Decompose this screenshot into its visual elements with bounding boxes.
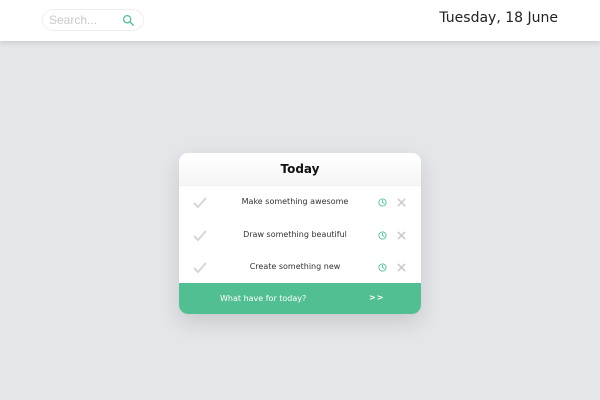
todo-title: Today [179, 153, 421, 186]
task-item: Create something new [179, 251, 421, 284]
top-bar: Tuesday, 18 June [0, 0, 600, 41]
check-icon[interactable] [193, 262, 207, 274]
close-icon[interactable] [397, 263, 406, 272]
search-input[interactable] [49, 12, 117, 28]
current-date: Tuesday, 18 June [439, 10, 558, 26]
clock-icon[interactable] [378, 230, 387, 240]
todo-card: Today Make something awesome Draw someth… [179, 153, 421, 314]
check-icon[interactable] [193, 197, 207, 209]
search-icon[interactable] [122, 14, 135, 27]
close-icon[interactable] [397, 198, 406, 207]
task-label: Make something awesome [241, 197, 349, 206]
search-box[interactable] [42, 9, 144, 31]
add-task-button[interactable]: >> [369, 283, 384, 312]
clock-icon[interactable] [378, 263, 387, 272]
new-task-bar[interactable]: What have for today? >> [179, 283, 421, 314]
new-task-input[interactable]: What have for today? [220, 283, 306, 314]
check-icon[interactable] [193, 230, 207, 242]
task-label: Create something new [249, 262, 341, 271]
task-item: Make something awesome [179, 186, 421, 219]
close-icon[interactable] [397, 231, 406, 240]
clock-icon[interactable] [378, 198, 387, 207]
task-item: Draw something beautiful [179, 219, 421, 252]
task-label: Draw something beautiful [243, 229, 347, 239]
